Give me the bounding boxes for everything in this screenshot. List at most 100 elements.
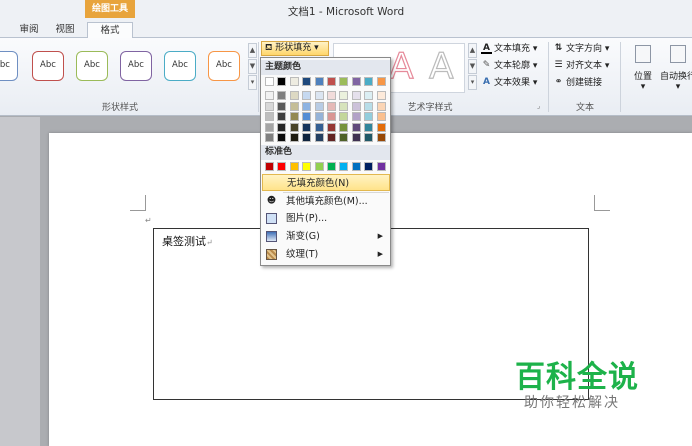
shape-style-thumb-4[interactable]: Abc	[120, 51, 152, 81]
theme-color-swatch[interactable]	[302, 77, 312, 86]
theme-color-shade-swatch[interactable]	[277, 91, 287, 100]
theme-color-shade-swatch[interactable]	[289, 91, 299, 100]
theme-color-shade-swatch[interactable]	[339, 133, 349, 142]
wordart-more-button[interactable]: ▾	[468, 75, 477, 90]
theme-color-swatch[interactable]	[364, 77, 374, 86]
theme-color-shade-swatch[interactable]	[376, 91, 386, 100]
text-fill-button[interactable]: A 文本填充 ▾	[481, 42, 537, 57]
standard-color-swatch[interactable]	[376, 162, 386, 171]
shape-style-thumb-2[interactable]: Abc	[32, 51, 64, 81]
align-text-button[interactable]: ☰ 对齐文本 ▾	[553, 59, 609, 74]
theme-color-shade-swatch[interactable]	[364, 133, 374, 142]
theme-color-shade-swatch[interactable]	[376, 122, 386, 132]
tab-review[interactable]: 审阅	[14, 22, 44, 38]
theme-color-shade-swatch[interactable]	[364, 112, 374, 121]
theme-color-shade-swatch[interactable]	[327, 91, 336, 100]
theme-color-shade-swatch[interactable]	[351, 133, 361, 142]
standard-color-swatch[interactable]	[351, 162, 361, 171]
theme-color-swatch[interactable]	[289, 77, 299, 86]
no-fill-menu-item[interactable]: 无填充颜色(N)	[262, 174, 390, 191]
standard-color-swatch[interactable]	[265, 162, 274, 171]
text-outline-button[interactable]: ✎ 文本轮廓 ▾	[481, 59, 538, 74]
text-direction-button[interactable]: ⇅ 文字方向 ▾	[553, 42, 610, 57]
standard-color-swatch[interactable]	[289, 162, 299, 171]
theme-color-shade-swatch[interactable]	[376, 133, 386, 142]
theme-color-shade-swatch[interactable]	[265, 112, 274, 121]
wordart-dialog-launcher-icon[interactable]: ⌟	[537, 99, 540, 114]
theme-color-shade-swatch[interactable]	[302, 112, 312, 121]
theme-color-shade-swatch[interactable]	[314, 91, 324, 100]
theme-color-shade-swatch[interactable]	[302, 91, 312, 100]
theme-color-shade-swatch[interactable]	[289, 122, 299, 132]
theme-color-shade-swatch[interactable]	[351, 101, 361, 111]
theme-color-swatch[interactable]	[351, 77, 361, 86]
theme-color-shade-swatch[interactable]	[327, 122, 336, 132]
standard-color-swatch[interactable]	[327, 162, 336, 171]
tab-format[interactable]: 格式	[87, 22, 133, 39]
standard-color-swatch[interactable]	[302, 162, 312, 171]
theme-color-shade-swatch[interactable]	[277, 122, 287, 132]
theme-color-shade-swatch[interactable]	[351, 112, 361, 121]
theme-color-shade-swatch[interactable]	[314, 112, 324, 121]
texture-fill-menu-item[interactable]: 纹理(T) ▶	[262, 246, 390, 263]
shape-style-thumb-6[interactable]: Abc	[208, 51, 240, 81]
tab-view[interactable]: 视图	[50, 22, 80, 38]
gradient-fill-menu-item[interactable]: 渐变(G) ▶	[262, 228, 390, 245]
theme-color-shade-swatch[interactable]	[339, 122, 349, 132]
theme-color-shade-swatch[interactable]	[314, 122, 324, 132]
theme-color-shade-swatch[interactable]	[364, 101, 374, 111]
text-effects-button[interactable]: A 文本效果 ▾	[481, 76, 537, 91]
standard-color-swatch[interactable]	[339, 162, 349, 171]
theme-color-shade-swatch[interactable]	[314, 101, 324, 111]
theme-color-shade-swatch[interactable]	[339, 112, 349, 121]
wordart-scroll-up-button[interactable]: ▲	[468, 43, 477, 58]
theme-color-shade-swatch[interactable]	[265, 91, 274, 100]
theme-color-swatch[interactable]	[327, 77, 336, 86]
theme-color-shade-swatch[interactable]	[302, 122, 312, 132]
theme-color-shade-swatch[interactable]	[265, 133, 274, 142]
theme-color-shade-swatch[interactable]	[327, 101, 336, 111]
theme-color-shade-swatch[interactable]	[339, 101, 349, 111]
theme-color-swatch[interactable]	[277, 77, 287, 86]
theme-color-shade-swatch[interactable]	[302, 101, 312, 111]
theme-color-shade-swatch[interactable]	[364, 91, 374, 100]
theme-color-shade-swatch[interactable]	[327, 112, 336, 121]
shape-style-thumb-5[interactable]: Abc	[164, 51, 196, 81]
theme-color-swatch[interactable]	[265, 77, 274, 86]
wordart-scroll-down-button[interactable]: ▼	[468, 59, 477, 74]
wordart-style-sample-2[interactable]: A	[428, 45, 454, 87]
theme-color-shade-swatch[interactable]	[289, 133, 299, 142]
shape-style-thumb-3[interactable]: Abc	[76, 51, 108, 81]
theme-color-shade-swatch[interactable]	[314, 133, 324, 142]
wordart-style-sample-1[interactable]: A	[388, 45, 414, 87]
standard-color-swatch[interactable]	[364, 162, 374, 171]
theme-color-shade-swatch[interactable]	[289, 112, 299, 121]
theme-color-shade-swatch[interactable]	[277, 101, 287, 111]
shape-style-thumb-1[interactable]: Abc	[0, 51, 18, 81]
theme-color-shade-swatch[interactable]	[351, 91, 361, 100]
theme-color-swatch[interactable]	[314, 77, 324, 86]
theme-color-shade-swatch[interactable]	[376, 112, 386, 121]
theme-color-shade-swatch[interactable]	[265, 101, 274, 111]
theme-color-shade-swatch[interactable]	[302, 133, 312, 142]
more-fill-colors-menu-item[interactable]: ☻ 其他填充颜色(M)...	[262, 193, 390, 210]
theme-color-swatch[interactable]	[376, 77, 386, 86]
theme-color-shade-swatch[interactable]	[339, 91, 349, 100]
standard-color-swatch[interactable]	[314, 162, 324, 171]
theme-color-shade-swatch[interactable]	[277, 112, 287, 121]
theme-color-shade-swatch[interactable]	[265, 122, 274, 132]
theme-color-shade-swatch[interactable]	[327, 133, 336, 142]
gallery-scroll-up-button[interactable]: ▲	[248, 43, 257, 58]
gallery-scroll-down-button[interactable]: ▼	[248, 59, 257, 74]
wrap-text-button[interactable]: 自动换行 ▾	[656, 43, 692, 103]
gallery-more-button[interactable]: ▾	[248, 75, 257, 90]
theme-color-shade-swatch[interactable]	[289, 101, 299, 111]
standard-color-swatch[interactable]	[277, 162, 287, 171]
theme-color-shade-swatch[interactable]	[351, 122, 361, 132]
theme-color-shade-swatch[interactable]	[376, 101, 386, 111]
shape-fill-button[interactable]: ⛾ 形状填充 ▾	[261, 41, 329, 56]
picture-fill-menu-item[interactable]: 图片(P)...	[262, 210, 390, 227]
theme-color-shade-swatch[interactable]	[364, 122, 374, 132]
theme-color-swatch[interactable]	[339, 77, 349, 86]
text-box-content[interactable]: 桌签测试↵	[162, 233, 213, 249]
